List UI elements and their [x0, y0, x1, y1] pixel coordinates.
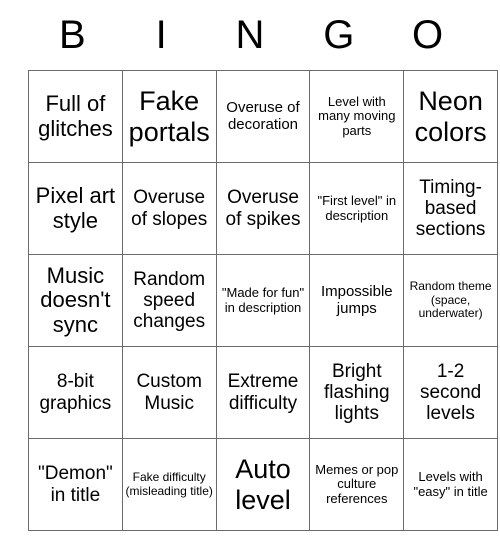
bingo-row: "Demon" in title Fake difficulty (mislea… [28, 438, 498, 531]
bingo-cell[interactable]: Timing-based sections [403, 162, 498, 255]
header-letter-i: I [155, 13, 167, 57]
header-letter-o: O [412, 13, 444, 57]
bingo-cell-label: Overuse of slopes [131, 187, 208, 230]
bingo-cell[interactable]: Random theme (space, underwater) [403, 254, 498, 347]
bingo-cell-label: Level with many moving parts [318, 93, 396, 138]
bingo-cell-label: Extreme difficulty [227, 371, 299, 414]
bingo-cell[interactable]: Memes or pop culture references [309, 438, 405, 531]
bingo-cell-label: "Demon" in title [38, 463, 113, 506]
bingo-card: B I N G O Full of glitches Fake portals … [28, 0, 498, 531]
bingo-cell-label: Fake difficulty (misleading title) [125, 470, 213, 498]
bingo-cell[interactable]: Neon colors [403, 70, 498, 163]
bingo-cell[interactable]: Music doesn't sync [28, 254, 123, 347]
bingo-cell[interactable]: Auto level [215, 438, 311, 531]
bingo-cell[interactable]: Custom Music [121, 346, 217, 439]
bingo-cell-label: "Made for fun" in description [221, 284, 305, 315]
bingo-cell[interactable]: 8-bit graphics [28, 346, 123, 439]
bingo-cell-label: Random theme (space, underwater) [409, 279, 492, 321]
bingo-cell[interactable]: Extreme difficulty [215, 346, 311, 439]
bingo-cell[interactable]: Overuse of spikes [215, 162, 311, 255]
bingo-cell[interactable]: Level with many moving parts [309, 70, 405, 163]
bingo-cell[interactable]: Fake portals [121, 70, 217, 163]
bingo-cell-label: Bright flashing lights [324, 360, 390, 425]
bingo-cell[interactable]: Full of glitches [28, 70, 123, 163]
bingo-cell-label: Random speed changes [133, 268, 206, 333]
bingo-header-row: B I N G O [28, 0, 472, 70]
bingo-cell-label: Impossible jumps [320, 282, 393, 317]
bingo-row: 8-bit graphics Custom Music Extreme diff… [28, 346, 498, 439]
bingo-cell-label: Custom Music [136, 371, 202, 414]
bingo-cell-label: Overuse of decoration [226, 98, 300, 133]
bingo-cell[interactable]: Fake difficulty (misleading title) [121, 438, 217, 531]
bingo-cell-label: Music doesn't sync [40, 262, 111, 337]
bingo-cell[interactable]: Bright flashing lights [309, 346, 405, 439]
bingo-cell-label: Timing-based sections [415, 176, 486, 241]
bingo-cell-label: Full of glitches [38, 90, 113, 141]
bingo-row: Full of glitches Fake portals Overuse of… [28, 70, 498, 163]
bingo-cell-label: 1-2 second levels [419, 360, 482, 425]
bingo-cell-label: Auto level [235, 454, 291, 515]
bingo-row: Pixel art style Overuse of slopes Overus… [28, 162, 498, 255]
bingo-cell-label: Overuse of spikes [225, 187, 301, 230]
bingo-cell[interactable]: Overuse of decoration [215, 70, 311, 163]
bingo-grid: Full of glitches Fake portals Overuse of… [28, 70, 498, 531]
bingo-cell[interactable]: Random speed changes [121, 254, 217, 347]
header-letter-g: G [323, 13, 355, 57]
bingo-cell[interactable]: Overuse of slopes [121, 162, 217, 255]
bingo-cell[interactable]: "Demon" in title [28, 438, 123, 531]
bingo-cell-label: Levels with "easy" in title [413, 468, 488, 499]
bingo-cell-label: 8-bit graphics [39, 371, 112, 414]
bingo-cell[interactable]: 1-2 second levels [403, 346, 498, 439]
bingo-cell-label: Neon colors [414, 86, 487, 147]
header-letter-b: B [59, 13, 86, 57]
bingo-cell-label: Fake portals [128, 86, 210, 147]
bingo-cell[interactable]: "First level" in description [309, 162, 405, 255]
bingo-cell[interactable]: Levels with "easy" in title [403, 438, 498, 531]
bingo-cell[interactable]: Pixel art style [28, 162, 123, 255]
bingo-cell-label: Pixel art style [35, 182, 116, 233]
bingo-cell-label: Memes or pop culture references [315, 461, 399, 506]
bingo-cell-label: "First level" in description [317, 192, 397, 223]
bingo-cell[interactable]: Impossible jumps [309, 254, 405, 347]
bingo-cell[interactable]: "Made for fun" in description [215, 254, 311, 347]
bingo-row: Music doesn't sync Random speed changes … [28, 254, 498, 347]
header-letter-n: N [235, 13, 265, 57]
